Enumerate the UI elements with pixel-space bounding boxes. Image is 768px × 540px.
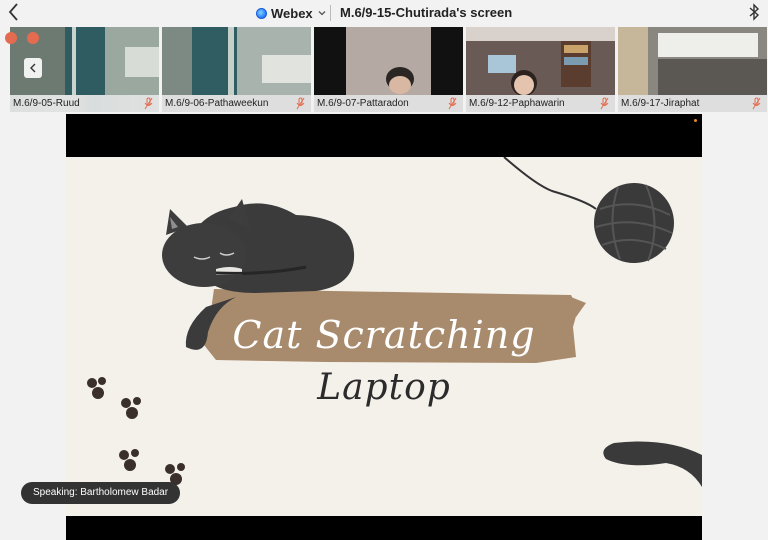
participant-name: M.6/9-05-Ruud (10, 95, 159, 112)
notification-badge (27, 32, 39, 44)
chevron-down-icon (318, 11, 326, 16)
notification-badge (5, 32, 17, 44)
cat-tail-illustration (603, 441, 702, 487)
participant-strip: M.6/9-05-Ruud M.6/9-06-Pathaweekun M.6/9… (0, 27, 768, 112)
back-chevron-icon[interactable] (6, 2, 22, 22)
participant-tile[interactable]: M.6/9-12-Paphawarin (466, 27, 615, 112)
muted-mic-icon (600, 97, 609, 110)
active-speaker-indicator: Speaking: Bartholomew Badar (21, 482, 181, 504)
participant-name: M.6/9-07-Pattaradon (314, 95, 463, 112)
muted-mic-icon (752, 97, 761, 110)
muted-mic-icon (144, 97, 153, 110)
share-title: M.6/9-15-Chutirada's screen (340, 5, 513, 20)
participant-tile[interactable]: M.6/9-17-Jiraphat (618, 27, 767, 112)
participant-name: M.6/9-12-Paphawarin (466, 95, 615, 112)
video-feed (618, 27, 767, 95)
video-feed (466, 27, 615, 95)
participant-tile[interactable]: M.6/9-06-Pathaweekun (162, 27, 311, 112)
participant-tile[interactable]: M.6/9-07-Pattaradon (314, 27, 463, 112)
muted-mic-icon (448, 97, 457, 110)
previous-page-button[interactable] (24, 58, 42, 78)
video-feed (162, 27, 311, 95)
video-feed (314, 27, 463, 95)
divider (330, 5, 331, 21)
recording-indicator (694, 119, 697, 122)
participant-name: M.6/9-06-Pathaweekun (162, 95, 311, 112)
muted-mic-icon (296, 97, 305, 110)
participant-name: M.6/9-17-Jiraphat (618, 95, 767, 112)
shared-screen[interactable]: Cat Scratching Laptop (66, 114, 702, 540)
top-bar: Webex M.6/9-15-Chutirada's screen (0, 0, 768, 26)
slide-title: Cat Scratching (232, 313, 536, 357)
bluetooth-icon (749, 3, 760, 21)
presentation-slide: Cat Scratching Laptop (66, 157, 702, 516)
yarn-ball-illustration (503, 157, 674, 263)
slide-subtitle: Laptop (317, 367, 451, 408)
app-switcher[interactable]: Webex (256, 4, 327, 22)
webex-logo-icon (256, 7, 267, 19)
app-name: Webex (271, 5, 313, 21)
chevron-left-icon (30, 63, 36, 73)
